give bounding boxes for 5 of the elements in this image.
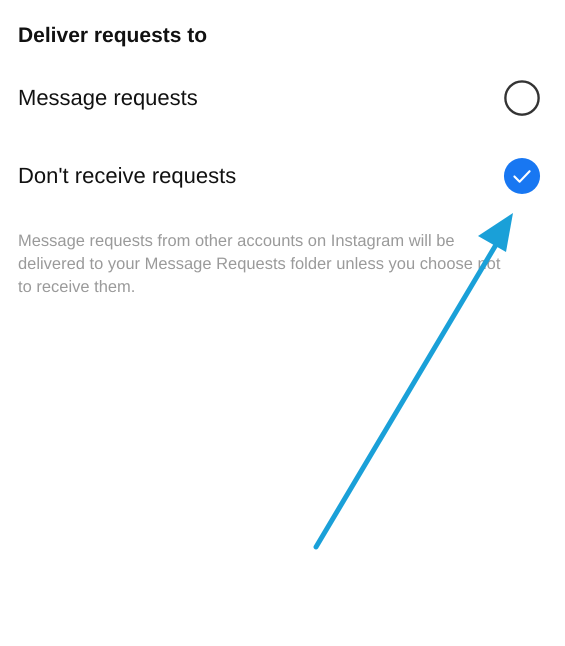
option-label: Message requests	[18, 85, 198, 111]
option-label: Don't receive requests	[18, 163, 236, 189]
radio-icon[interactable]	[503, 79, 541, 117]
section-title: Deliver requests to	[18, 24, 208, 49]
radio-checked-icon[interactable]	[503, 157, 541, 195]
